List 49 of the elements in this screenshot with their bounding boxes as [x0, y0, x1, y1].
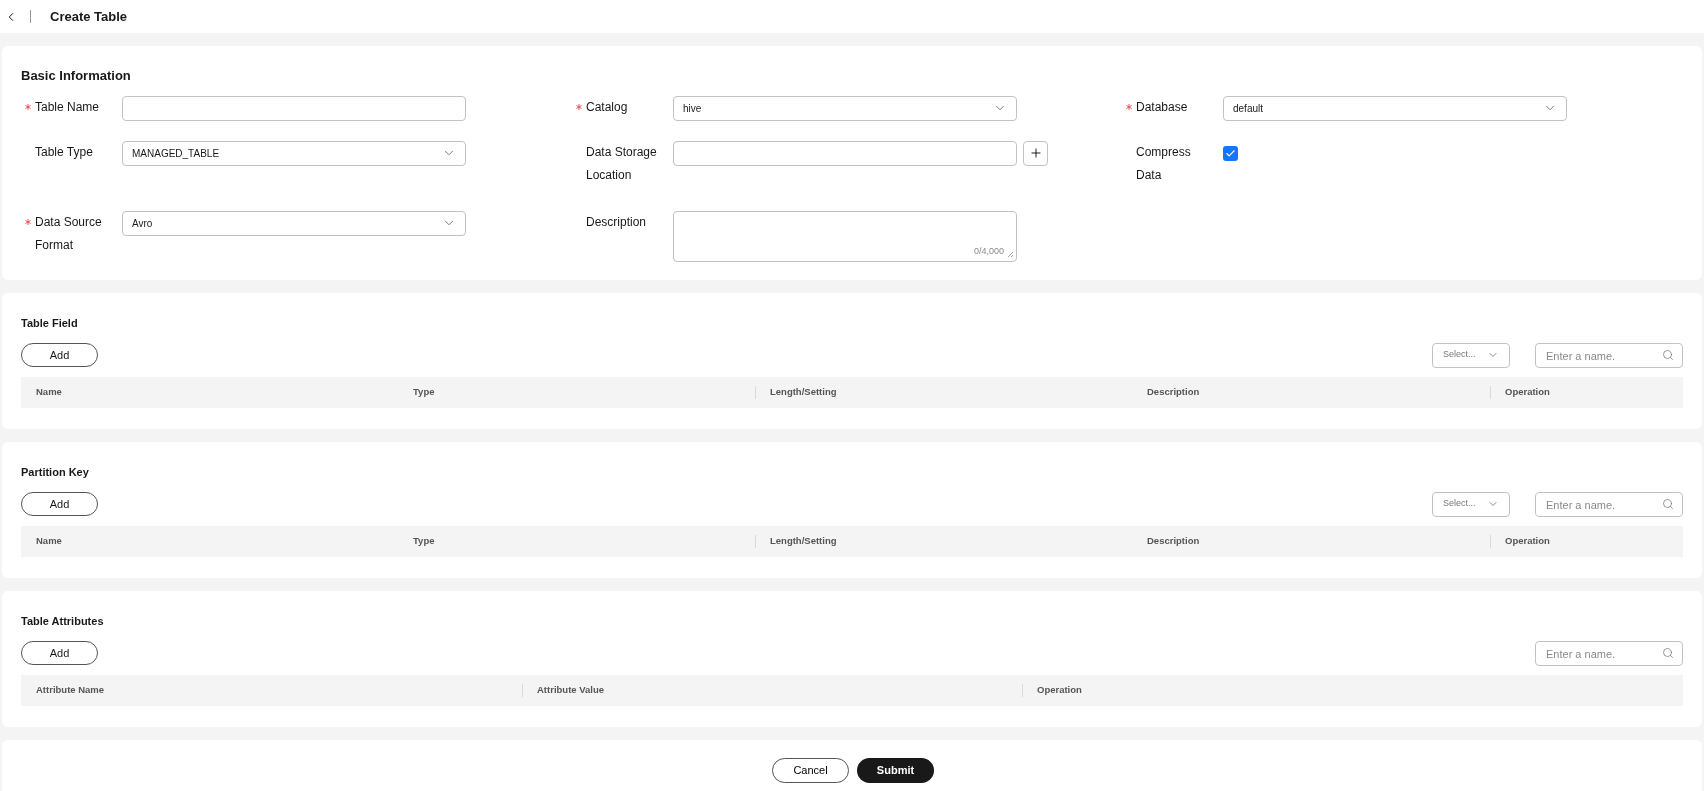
field-label: Table Name: [35, 98, 101, 116]
section-title: Table Attributes: [21, 615, 105, 628]
character-counter: 0/4,000: [973, 245, 1004, 258]
check-icon: [1225, 147, 1236, 159]
section-title: Partition Key: [21, 466, 90, 479]
column-header: Operation: [1505, 534, 1550, 549]
select-field[interactable]: MANAGED_TABLE: [122, 140, 466, 166]
section-title: Table Field: [21, 317, 79, 330]
text-input[interactable]: [673, 140, 1017, 166]
column-header: Type: [413, 385, 435, 400]
search-icon: [1662, 646, 1674, 659]
section-title: Basic Information: [21, 67, 132, 85]
filter-dropdown[interactable]: Select...: [1432, 342, 1510, 368]
field-label: Database: [1136, 98, 1189, 116]
search-icon: [1662, 348, 1674, 361]
textarea-field[interactable]: 0/4,000: [673, 210, 1017, 262]
search-icon: [1662, 497, 1674, 510]
column-header: Attribute Name: [36, 683, 105, 698]
search-field[interactable]: Enter a name.: [1535, 641, 1683, 666]
search-field[interactable]: Enter a name.: [1535, 343, 1683, 368]
page-title: Create Table: [50, 7, 128, 26]
column-header: Attribute Value: [537, 683, 605, 698]
column-header: Description: [1147, 534, 1200, 549]
field-label: Table Type: [35, 143, 94, 161]
cancel-button[interactable]: Cancel: [772, 758, 849, 783]
resize-handle-icon: [1007, 250, 1013, 257]
column-header: Type: [413, 534, 435, 549]
field-label: Catalog: [586, 98, 629, 116]
submit-button[interactable]: Submit: [857, 758, 934, 783]
column-header: Name: [36, 385, 62, 400]
column-header: Description: [1147, 385, 1200, 400]
add-icon-button[interactable]: [1023, 140, 1048, 166]
column-header: Length/Setting: [770, 534, 837, 549]
plus-icon: [1028, 146, 1043, 160]
field-label: Compress Data: [1136, 143, 1192, 184]
select-field[interactable]: Avro: [122, 210, 466, 236]
field-label: Description: [586, 213, 648, 231]
column-header: Operation: [1505, 385, 1550, 400]
column-header: Name: [36, 534, 62, 549]
checkbox[interactable]: [1223, 145, 1238, 161]
column-header: Operation: [1037, 683, 1082, 698]
text-input[interactable]: [122, 95, 466, 121]
filter-dropdown[interactable]: Select...: [1432, 491, 1510, 517]
column-header: Length/Setting: [770, 385, 837, 400]
select-field[interactable]: default: [1223, 95, 1567, 121]
field-label: Data Storage Location: [586, 143, 658, 184]
select-field[interactable]: hive: [673, 95, 1017, 121]
search-field[interactable]: Enter a name.: [1535, 492, 1683, 517]
field-label: Data Source Format: [35, 213, 103, 254]
